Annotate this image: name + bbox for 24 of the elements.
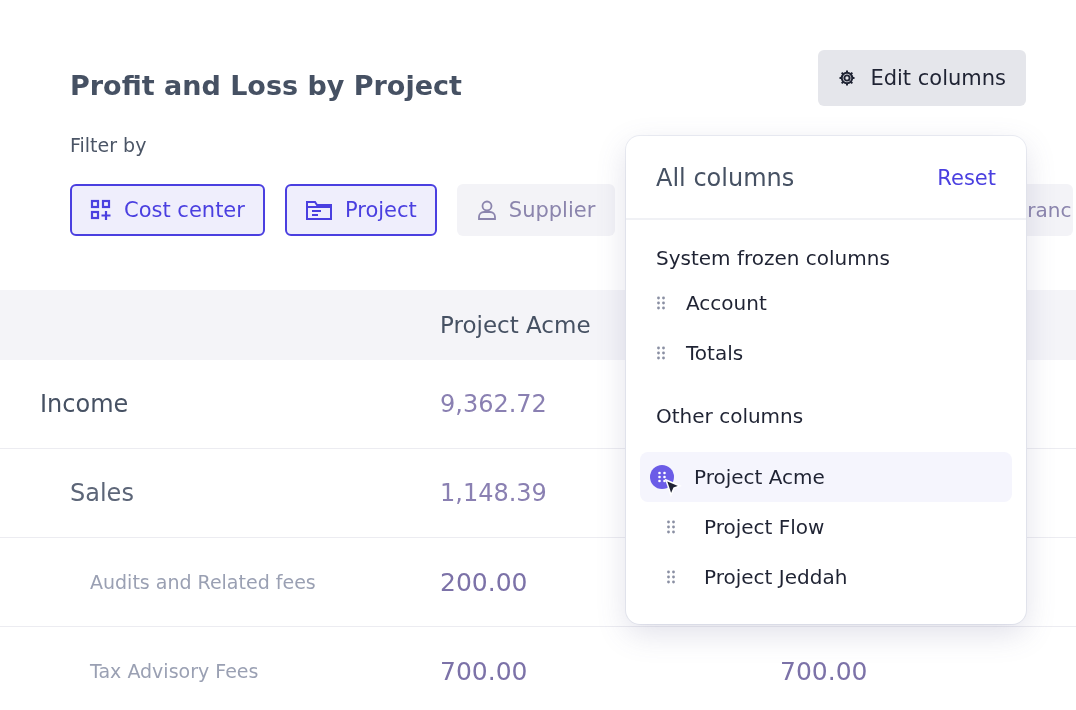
menu-title: All columns bbox=[656, 164, 795, 192]
section-heading: System frozen columns bbox=[655, 245, 891, 272]
settings-icon bbox=[838, 69, 857, 87]
amount-cell: 700.00 bbox=[440, 626, 780, 710]
report-title: Profit and Loss by Project bbox=[70, 69, 462, 101]
account-cell: Tax Advisory Fees bbox=[0, 626, 440, 710]
account-cell: Audits and Related fees bbox=[0, 537, 440, 627]
amount-cell: 700.00 bbox=[780, 626, 1076, 710]
account-cell: Sales bbox=[0, 448, 440, 538]
column-item[interactable]: Project Acme bbox=[640, 452, 1012, 502]
drag-handle-icon[interactable] bbox=[656, 346, 666, 360]
person-icon bbox=[476, 199, 497, 221]
reset-link[interactable]: Reset bbox=[937, 166, 996, 190]
drag-handle-icon[interactable] bbox=[666, 570, 676, 584]
filter-chip[interactable]: Project bbox=[284, 184, 437, 236]
cursor-icon bbox=[664, 478, 682, 498]
account-cell: Income bbox=[0, 360, 440, 449]
folder-icon bbox=[304, 199, 333, 221]
drag-handle-icon[interactable] bbox=[656, 296, 666, 310]
grid-plus-icon bbox=[90, 199, 112, 221]
filter-chip[interactable]: Cost center bbox=[70, 184, 265, 236]
edit-columns-button[interactable]: Edit columns bbox=[818, 50, 1026, 106]
filter-label: Filter by bbox=[69, 133, 148, 156]
drag-handle-icon[interactable] bbox=[666, 520, 676, 534]
